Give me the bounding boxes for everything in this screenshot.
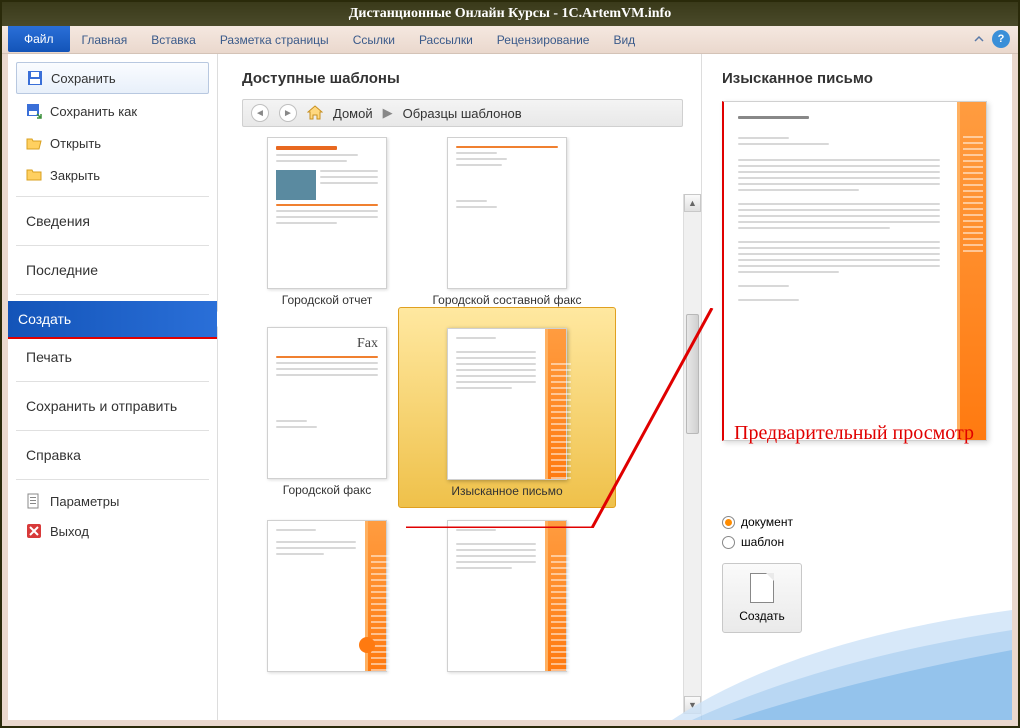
ribbon-tab-home[interactable]: Главная	[70, 27, 140, 53]
ribbon-tab-references[interactable]: Ссылки	[341, 27, 407, 53]
document-icon	[750, 573, 774, 603]
sidebar-save-label: Сохранить	[51, 71, 116, 86]
create-button[interactable]: Создать	[722, 563, 802, 633]
ribbon-tab-file[interactable]: Файл	[8, 26, 70, 52]
create-button-label: Создать	[739, 609, 785, 623]
sidebar-options-label: Параметры	[50, 494, 119, 509]
preview-heading: Изысканное письмо	[722, 70, 992, 87]
nav-forward-icon[interactable]: ►	[279, 104, 297, 122]
folder-close-icon	[26, 167, 42, 183]
ribbon-minimize-icon[interactable]	[970, 30, 988, 48]
sidebar-exit[interactable]: Выход	[16, 516, 209, 546]
template-label: Изысканное составное письмо	[432, 676, 582, 677]
template-thumb	[447, 328, 567, 480]
backstage-sidebar: Сохранить Сохранить как Открыть Закрыть …	[8, 54, 218, 720]
sidebar-saveas-label: Сохранить как	[50, 104, 137, 119]
sidebar-recent[interactable]: Последние	[16, 252, 209, 288]
sidebar-close[interactable]: Закрыть	[16, 160, 209, 190]
template-thumb	[447, 137, 567, 289]
scroll-down-icon[interactable]: ▼	[684, 696, 701, 714]
options-icon	[26, 493, 42, 509]
folder-open-icon	[26, 135, 42, 151]
radio-icon	[722, 536, 735, 549]
save-icon	[27, 70, 43, 86]
ribbon-tab-insert[interactable]: Вставка	[139, 27, 208, 53]
templates-panel: Доступные шаблоны ◄ ► Домой ▶ Образцы ша…	[218, 54, 701, 720]
sidebar-options[interactable]: Параметры	[16, 486, 209, 516]
ribbon-tab-mailings[interactable]: Рассылки	[407, 27, 485, 53]
template-thumb	[447, 520, 567, 672]
window-title: Дистанционные Онлайн Курсы - 1C.ArtemVM.…	[2, 2, 1018, 26]
sidebar-print[interactable]: Печать	[16, 339, 209, 375]
sidebar-open-label: Открыть	[50, 136, 101, 151]
sidebar-create[interactable]: Создать	[8, 301, 217, 337]
ribbon-tab-review[interactable]: Рецензирование	[485, 27, 602, 53]
template-label: Изысканное письмо	[451, 484, 562, 498]
scroll-up-icon[interactable]: ▲	[684, 194, 701, 212]
sidebar-info[interactable]: Сведения	[16, 203, 209, 239]
saveas-icon	[26, 103, 42, 119]
template-item[interactable]: Городской составной факс	[422, 137, 592, 307]
template-thumb	[267, 137, 387, 289]
templates-heading: Доступные шаблоны	[242, 70, 691, 87]
radio-document-label: документ	[741, 515, 793, 529]
preview-document	[722, 101, 987, 441]
ribbon-tab-pagelayout[interactable]: Разметка страницы	[208, 27, 341, 53]
template-thumb	[267, 520, 387, 672]
template-label: Городской отчет	[282, 293, 372, 307]
sidebar-help[interactable]: Справка	[16, 437, 209, 473]
home-icon[interactable]	[307, 105, 323, 121]
templates-breadcrumb: ◄ ► Домой ▶ Образцы шаблонов	[242, 99, 683, 127]
nav-back-icon[interactable]: ◄	[251, 104, 269, 122]
sidebar-save[interactable]: Сохранить	[16, 62, 209, 94]
sidebar-open[interactable]: Открыть	[16, 128, 209, 158]
template-item[interactable]: Изысканное резюме	[242, 520, 412, 677]
sidebar-exit-label: Выход	[50, 524, 89, 539]
radio-template-label: шаблон	[741, 535, 784, 549]
sidebar-close-label: Закрыть	[50, 168, 100, 183]
radio-template[interactable]: шаблон	[722, 535, 992, 549]
template-item[interactable]: Изысканное составное письмо	[422, 520, 592, 677]
template-item[interactable]: Городской отчет	[242, 137, 412, 307]
ribbon-tabs: Файл Главная Вставка Разметка страницы С…	[2, 26, 1018, 54]
radio-document[interactable]: документ	[722, 515, 992, 529]
scroll-thumb[interactable]	[686, 314, 699, 434]
sidebar-sendshare[interactable]: Сохранить и отправить	[16, 388, 209, 424]
template-thumb: Fax	[267, 327, 387, 479]
crumb-samples[interactable]: Образцы шаблонов	[403, 106, 522, 121]
exit-icon	[26, 523, 42, 539]
preview-annotation: Предварительный просмотр	[734, 422, 974, 444]
ribbon-tab-view[interactable]: Вид	[601, 27, 647, 53]
help-icon[interactable]: ?	[992, 30, 1010, 48]
template-item[interactable]: Fax Городской факс	[242, 327, 412, 499]
template-item-selected[interactable]: Изысканное письмо	[398, 307, 616, 507]
crumb-sep-icon: ▶	[383, 105, 393, 121]
templates-scrollbar[interactable]: ▲ ▼	[683, 194, 701, 714]
sidebar-saveas[interactable]: Сохранить как	[16, 96, 209, 126]
template-label: Изысканное резюме	[270, 676, 383, 677]
preview-panel: Изысканное письмо	[702, 54, 1012, 720]
template-label: Городской составной факс	[432, 293, 581, 307]
crumb-home[interactable]: Домой	[333, 106, 373, 121]
radio-icon	[722, 516, 735, 529]
template-label: Городской факс	[283, 483, 371, 497]
